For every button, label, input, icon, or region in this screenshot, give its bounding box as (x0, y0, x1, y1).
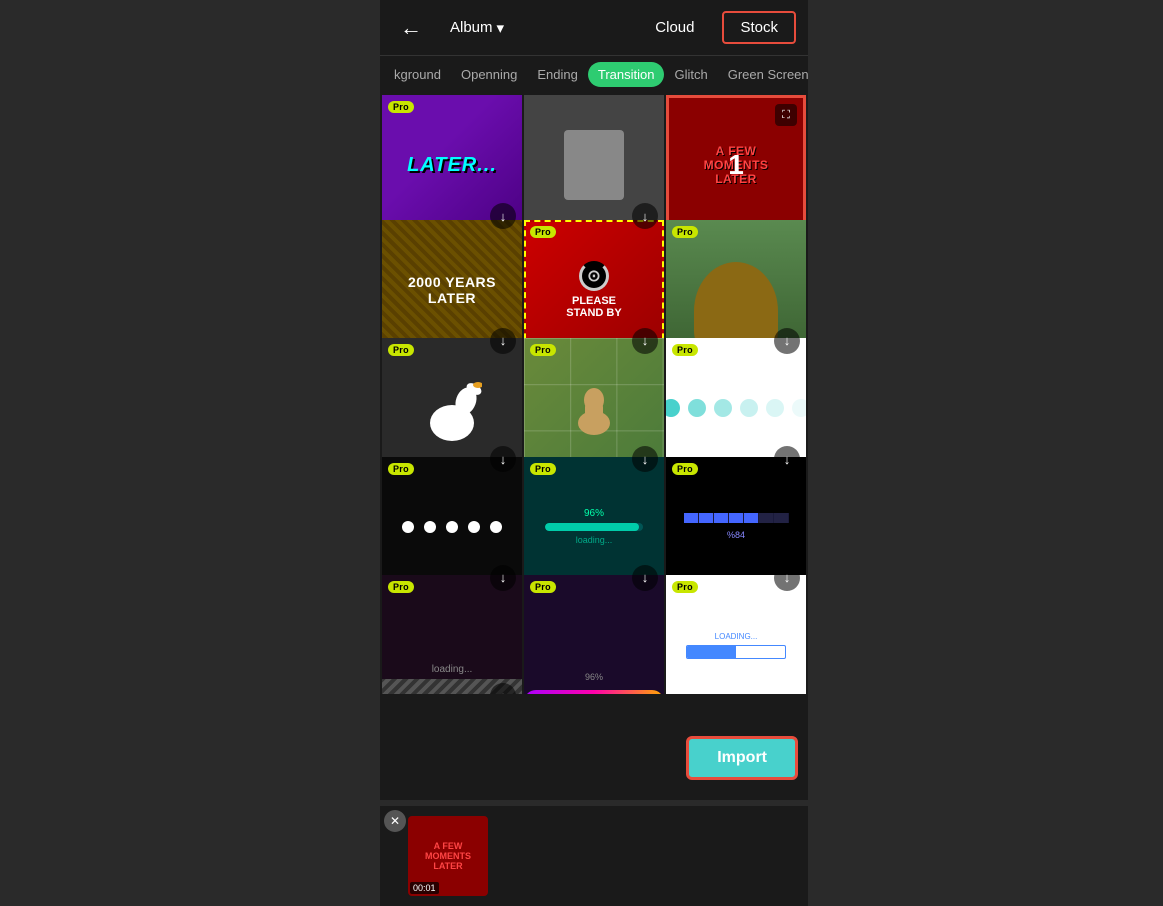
teal-bar (545, 523, 643, 531)
album-button[interactable]: Album ▾ (442, 15, 512, 41)
preview-close-button[interactable]: ✕ (384, 810, 406, 832)
tab-background[interactable]: kground (384, 62, 451, 87)
media-grid: LATER... Pro ↓ ↓ A FewMomentsLater 1 ⛶ 2… (380, 93, 808, 694)
stock-button[interactable]: Stock (722, 11, 796, 44)
cloud-button[interactable]: Cloud (639, 13, 710, 42)
tab-ending[interactable]: Ending (527, 62, 587, 87)
download-btn-5[interactable]: ↓ (632, 328, 658, 354)
dots-row (402, 521, 502, 533)
album-label: Album (450, 19, 493, 36)
pro-badge-9: Pro (672, 344, 698, 356)
category-tabs: kground Openning Ending Transition Glitc… (380, 56, 808, 93)
tab-glitch[interactable]: Glitch (664, 62, 717, 87)
bottom-preview: ✕ A FewMomentsLater 00:01 (380, 806, 808, 906)
download-btn-7[interactable]: ↓ (490, 446, 516, 472)
download-btn-2[interactable]: ↓ (632, 203, 658, 229)
download-btn-6[interactable]: ↓ (774, 328, 800, 354)
pro-badge-8: Pro (530, 344, 556, 356)
pro-badge-11: Pro (530, 463, 556, 475)
grid-item-14[interactable]: 96% Pro (524, 575, 664, 694)
download-btn-11[interactable]: ↓ (632, 565, 658, 591)
download-btn-10[interactable]: ↓ (490, 565, 516, 591)
grid-item-13[interactable]: loading... Pro ↓ (382, 575, 522, 694)
tab-greenscreen[interactable]: Green Screen (718, 62, 808, 87)
preview-time: 00:01 (410, 882, 439, 894)
pro-badge-10: Pro (388, 463, 414, 475)
thumb-purple-bar: 96% (524, 575, 664, 694)
pro-badge-7: Pro (388, 344, 414, 356)
grid-item-15[interactable]: LOADING... Pro (666, 575, 806, 694)
download-btn-4[interactable]: ↓ (490, 328, 516, 354)
grid-item-1[interactable]: LATER... Pro ↓ (382, 95, 522, 235)
panel-header: ← Album ▾ Cloud Stock (380, 0, 808, 56)
pro-badge-14: Pro (530, 581, 556, 593)
album-arrow: ▾ (497, 19, 505, 37)
download-btn-1[interactable]: ↓ (490, 203, 516, 229)
import-button[interactable]: Import (686, 736, 798, 780)
media-panel: ← Album ▾ Cloud Stock kground Openning E… (380, 0, 808, 800)
pro-badge-5: Pro (530, 226, 556, 238)
spinner-dots (666, 399, 806, 417)
pro-badge-1: Pro (388, 101, 414, 113)
thumb-loading-white: LOADING... (666, 575, 806, 694)
download-btn-8[interactable]: ↓ (632, 446, 658, 472)
standin-icon: ⊙ (579, 261, 609, 291)
pro-badge-12: Pro (672, 463, 698, 475)
download-btn-9[interactable]: ↓ (774, 446, 800, 472)
pro-badge-13: Pro (388, 581, 414, 593)
download-btn-12[interactable]: ↓ (774, 565, 800, 591)
panel-footer: Import (380, 694, 808, 800)
blue-bar (684, 513, 789, 523)
grid-item-2[interactable]: ↓ (524, 95, 664, 235)
pro-badge-15: Pro (672, 581, 698, 593)
pro-badge-6: Pro (672, 226, 698, 238)
tab-opening[interactable]: Openning (451, 62, 527, 87)
preview-thumbnail[interactable]: A FewMomentsLater 00:01 (408, 816, 488, 896)
num-badge-3: 1 (728, 149, 744, 181)
grid-item-3[interactable]: A FewMomentsLater 1 ⛶ (666, 95, 806, 235)
back-button[interactable]: ← (392, 11, 430, 45)
loading-label: LOADING... (715, 632, 758, 641)
loading-blue-bar (686, 645, 785, 659)
tab-transition[interactable]: Transition (588, 62, 665, 87)
thumb-loading-text: loading... (382, 575, 522, 694)
expand-btn-3[interactable]: ⛶ (775, 104, 797, 126)
